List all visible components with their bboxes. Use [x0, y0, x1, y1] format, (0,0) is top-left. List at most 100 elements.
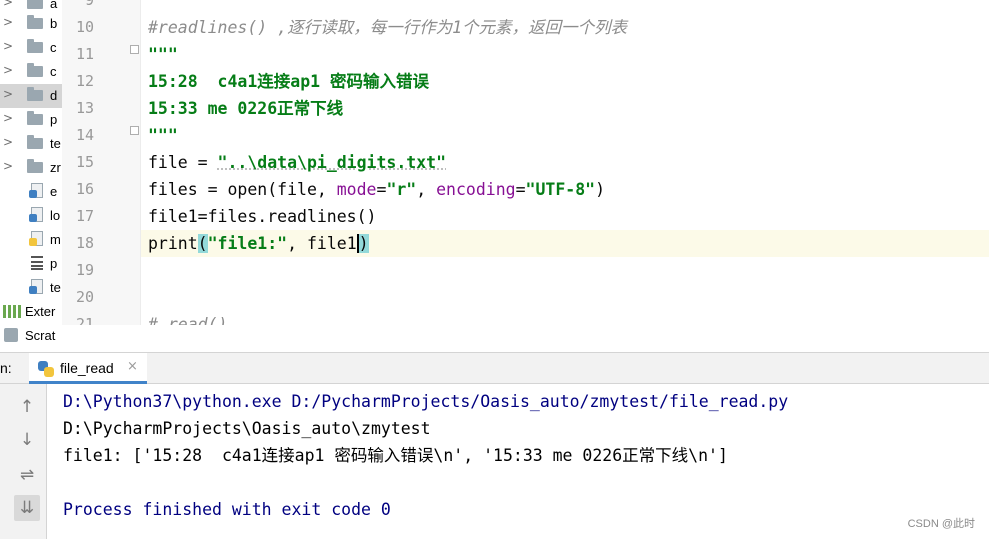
- tree-item-label: Exter: [25, 304, 56, 319]
- tree-item-label: lo: [50, 208, 61, 223]
- string-literal: "file1:": [207, 234, 288, 253]
- code-line-10[interactable]: #readlines() ,逐行读取，每一行作为1个元素，返回一个列表: [141, 14, 989, 41]
- console-output-line: file1: ['15:28 c4a1连接ap1 密码输入错误\n', '15:…: [63, 446, 728, 465]
- code-editor[interactable]: 9 10 11 12 13 14 15 16 17 18 19 20 21 #r…: [62, 0, 989, 325]
- code-line-20[interactable]: [141, 284, 989, 311]
- chevron-right-icon[interactable]: >: [3, 39, 13, 53]
- folder-icon: [27, 111, 43, 125]
- run-tab-file-read[interactable]: file_read ×: [29, 353, 147, 384]
- file-icon: [29, 207, 43, 222]
- folder-icon: [27, 0, 43, 9]
- line-number: 17: [75, 207, 94, 225]
- line-number: 13: [75, 99, 94, 117]
- code-line-19[interactable]: [141, 257, 989, 284]
- scroll-down-arrow-icon[interactable]: ↓: [14, 427, 40, 453]
- run-tool-window-header: n: file_read ×: [0, 352, 989, 384]
- run-tab-label: file_read: [60, 360, 114, 376]
- line-number-gutter: 9 10 11 12 13 14 15 16 17 18 19 20 21: [62, 0, 140, 325]
- chevron-right-icon[interactable]: >: [3, 15, 13, 29]
- line-number: 11: [75, 45, 94, 63]
- line-number: 19: [75, 261, 94, 279]
- code-token: =: [515, 180, 526, 199]
- code-token: print: [148, 234, 198, 253]
- chevron-right-icon[interactable]: >: [3, 111, 13, 125]
- code-line-11[interactable]: """: [141, 41, 989, 68]
- tree-file-row[interactable]: lo: [0, 204, 62, 228]
- string-literal: "..\data\pi_digits.txt": [217, 153, 447, 172]
- code-token: =: [376, 180, 387, 199]
- file-icon: [29, 183, 43, 198]
- code-token: files = open(file,: [148, 180, 337, 199]
- tree-external-libraries[interactable]: Exter: [0, 300, 62, 324]
- scroll-up-arrow-icon[interactable]: ↑: [14, 394, 40, 420]
- watermark: CSDN @此时: [907, 518, 975, 530]
- docstring-text: 15:28 c4a1连接ap1 密码输入错误: [148, 72, 430, 91]
- line-number: 18: [75, 234, 94, 252]
- tree-folder-row[interactable]: > zr: [0, 156, 62, 180]
- code-line-17[interactable]: file1=files.readlines(): [141, 203, 989, 230]
- folder-icon: [27, 159, 43, 173]
- code-line-15[interactable]: file = "..\data\pi_digits.txt": [141, 149, 989, 176]
- tree-scratches[interactable]: Scrat: [0, 324, 62, 348]
- tree-item-label: te: [50, 280, 61, 295]
- tool-window-label: n:: [0, 360, 12, 376]
- code-text: print("file1:", file1): [148, 230, 369, 257]
- fold-marker-icon[interactable]: [130, 45, 139, 54]
- chevron-right-icon[interactable]: >: [3, 159, 13, 173]
- code-token: file =: [148, 153, 218, 172]
- code-line-14[interactable]: """: [141, 122, 989, 149]
- docstring-text: 15:33 me 0226正常下线: [148, 99, 344, 118]
- line-number: 21: [75, 315, 94, 325]
- console-output[interactable]: D:\Python37\python.exe D:/PycharmProject…: [47, 384, 989, 539]
- chevron-right-icon[interactable]: >: [3, 87, 13, 101]
- code-line-16[interactable]: files = open(file, mode="r", encoding="U…: [141, 176, 989, 203]
- tree-folder-row[interactable]: > c: [0, 60, 62, 84]
- chevron-right-icon[interactable]: >: [3, 0, 13, 9]
- tree-folder-row-selected[interactable]: > d: [0, 84, 62, 108]
- folder-icon: [27, 135, 43, 149]
- tree-folder-row[interactable]: > p: [0, 108, 62, 132]
- code-text: file1=files.readlines(): [148, 207, 377, 226]
- line-number: 20: [75, 288, 94, 306]
- line-number: 10: [75, 18, 94, 36]
- soft-wrap-icon[interactable]: ⇌: [14, 462, 40, 488]
- console-toolbar: ↑ ↓ ⇌ ⇊: [0, 384, 47, 539]
- close-icon[interactable]: ×: [127, 359, 138, 374]
- text-file-icon: [31, 256, 43, 270]
- string-literal: "UTF-8": [525, 180, 596, 199]
- console-output-line: D:\PycharmProjects\Oasis_auto\zmytest: [63, 419, 431, 438]
- code-line-13[interactable]: 15:33 me 0226正常下线: [141, 95, 989, 122]
- fold-marker-icon[interactable]: [130, 126, 139, 135]
- string-literal: "r": [386, 180, 417, 199]
- chevron-right-icon[interactable]: >: [3, 63, 13, 77]
- tree-item-label: c: [50, 40, 57, 55]
- chevron-right-icon[interactable]: >: [3, 135, 13, 149]
- tree-folder-row[interactable]: > c: [0, 36, 62, 60]
- python-file-icon: [29, 231, 43, 246]
- line-number: 14: [75, 126, 94, 144]
- tree-file-row[interactable]: p: [0, 252, 62, 276]
- code-line-18-current[interactable]: print("file1:", file1): [141, 230, 989, 257]
- code-line-21[interactable]: # read(): [141, 311, 989, 325]
- tree-file-row[interactable]: te: [0, 276, 62, 300]
- line-number: 9: [84, 0, 94, 9]
- scroll-to-end-icon[interactable]: ⇊: [14, 495, 40, 521]
- docstring-delimiter: """: [148, 126, 178, 145]
- tree-item-label: te: [50, 136, 61, 151]
- code-line-12[interactable]: 15:28 c4a1连接ap1 密码输入错误: [141, 68, 989, 95]
- project-tree: > a > b > c > c > d > p > te > zr e lo m…: [0, 0, 62, 352]
- folder-icon: [27, 63, 43, 77]
- tree-folder-row[interactable]: > te: [0, 132, 62, 156]
- code-token: ): [595, 180, 606, 199]
- tree-item-label: p: [50, 112, 58, 127]
- tree-file-row[interactable]: m: [0, 228, 62, 252]
- tree-item-label: m: [50, 232, 61, 247]
- tree-item-label: e: [50, 184, 58, 199]
- tree-folder-row[interactable]: > b: [0, 12, 62, 36]
- line-number: 16: [75, 180, 94, 198]
- matched-bracket: (: [197, 234, 208, 253]
- tree-file-row[interactable]: e: [0, 180, 62, 204]
- keyword-argument: mode: [336, 180, 377, 199]
- tree-item-label: p: [50, 256, 58, 271]
- tree-item-label: a: [50, 0, 58, 11]
